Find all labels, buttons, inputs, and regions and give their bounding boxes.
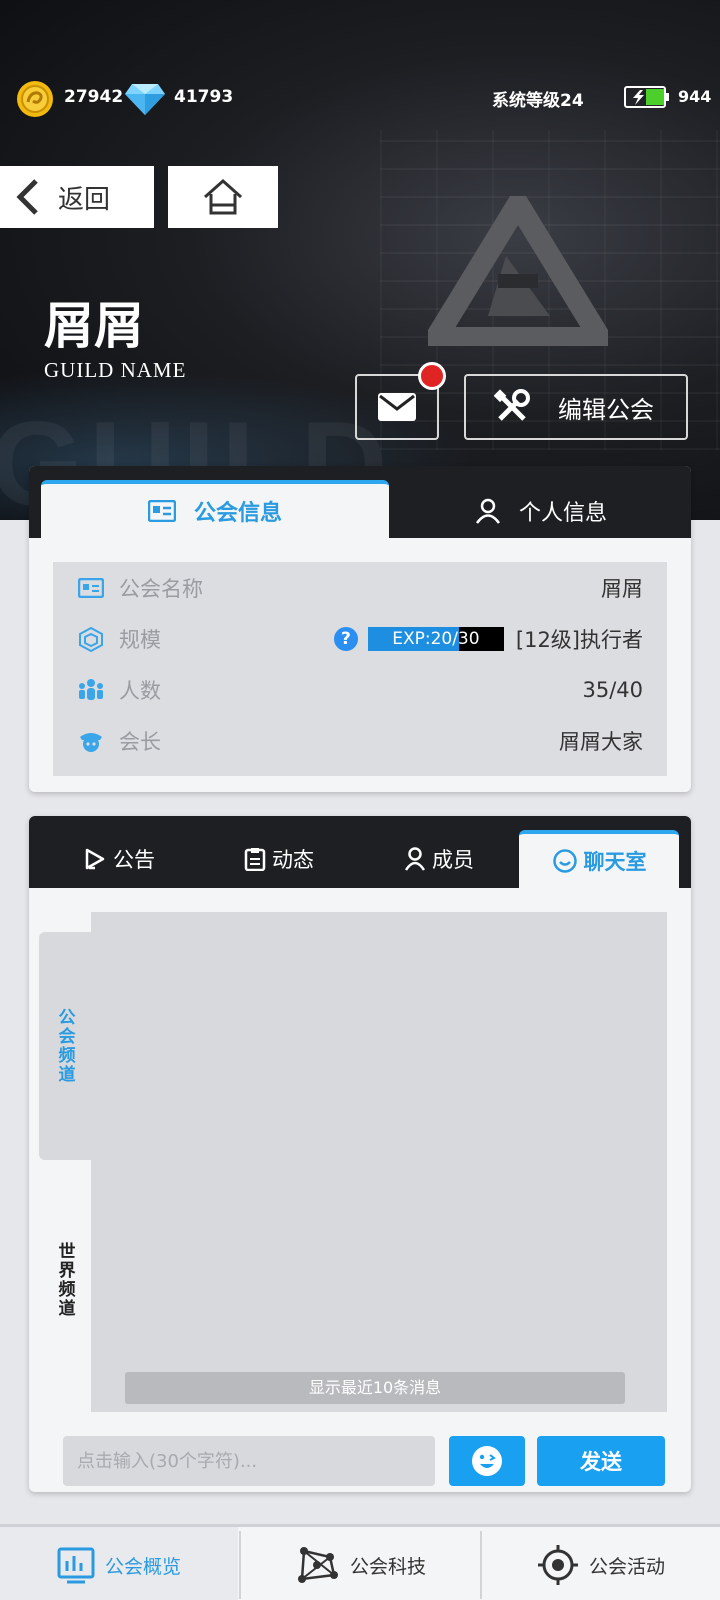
unread-badge bbox=[418, 362, 446, 390]
scale-label: 规模 bbox=[119, 627, 161, 652]
chat-bubble-icon bbox=[552, 849, 577, 873]
back-button[interactable]: 返回 bbox=[0, 166, 154, 228]
info-row-leader: 会长 屑屑大家 bbox=[53, 715, 667, 766]
info-row-scale: 规模 ? EXP:20/30 [12级]执行者 bbox=[53, 613, 667, 664]
edit-guild-label: 编辑公会 bbox=[558, 395, 654, 424]
scale-value: [12级]执行者 bbox=[515, 627, 643, 652]
guild-chat-card: 公告 动态 成员 聊天室 公会频道 世界频道 显示最近10条消息 发送 bbox=[29, 816, 691, 1492]
tab-members-label: 成员 bbox=[432, 848, 474, 872]
back-label: 返回 bbox=[58, 184, 111, 215]
tab-members[interactable]: 成员 bbox=[369, 830, 509, 888]
megaphone-icon bbox=[85, 848, 105, 870]
tab-dynamics[interactable]: 动态 bbox=[209, 830, 349, 888]
target-icon bbox=[537, 1545, 578, 1585]
energy-count: 944 bbox=[678, 87, 712, 106]
recent-messages-notice: 显示最近10条消息 bbox=[125, 1372, 625, 1404]
guild-name-title: 屑屑 bbox=[44, 296, 144, 355]
tab-chatroom-label: 聊天室 bbox=[583, 850, 647, 874]
bar-chart-icon bbox=[57, 1547, 95, 1584]
user-icon bbox=[404, 847, 426, 871]
exp-progress-bar: EXP:20/30 bbox=[367, 626, 504, 651]
tab-guild-info[interactable]: 公会信息 bbox=[41, 480, 389, 538]
home-icon bbox=[204, 178, 242, 215]
nav-guild-activity[interactable]: 公会活动 bbox=[482, 1527, 720, 1600]
leader-value: 屑屑大家 bbox=[559, 729, 643, 754]
people-icon bbox=[77, 676, 105, 704]
guild-name-subtitle: GUILD NAME bbox=[44, 358, 187, 382]
network-icon bbox=[297, 1547, 338, 1583]
nav-guild-tech[interactable]: 公会科技 bbox=[241, 1527, 479, 1600]
guild-info-card: 公会信息 个人信息 公会名称 屑屑 规模 ? EXP:20/30 [12级]执行… bbox=[29, 466, 691, 792]
world-channel-label: 世界频道 bbox=[54, 1242, 75, 1318]
tab-chatroom[interactable]: 聊天室 bbox=[519, 830, 679, 888]
info-row-name: 公会名称 屑屑 bbox=[53, 562, 667, 613]
info-row-members: 人数 35/40 bbox=[53, 664, 667, 715]
coin-count: 27942 bbox=[64, 87, 124, 107]
edit-guild-button[interactable]: 编辑公会 bbox=[464, 374, 688, 440]
diamond-icon bbox=[125, 84, 165, 115]
world-channel-tab[interactable]: 世界频道 bbox=[39, 1166, 91, 1394]
status-bar: 27942 41793 系统等级24 944 bbox=[0, 76, 720, 122]
leader-label: 会长 bbox=[119, 729, 161, 754]
chat-message-area[interactable] bbox=[91, 912, 667, 1412]
nav-guild-activity-label: 公会活动 bbox=[588, 1555, 665, 1578]
members-value: 35/40 bbox=[582, 677, 643, 702]
diamond-count: 41793 bbox=[174, 87, 234, 107]
tab-personal-info[interactable]: 个人信息 bbox=[401, 484, 681, 538]
tab-dynamics-label: 动态 bbox=[272, 848, 314, 872]
scale-cube-icon bbox=[77, 625, 105, 653]
clipboard-icon bbox=[244, 848, 266, 871]
id-card-icon bbox=[147, 500, 176, 522]
guild-info-list: 公会名称 屑屑 规模 ? EXP:20/30 [12级]执行者 人数 35/40 bbox=[53, 562, 667, 776]
energy-battery-icon bbox=[624, 86, 669, 108]
nav-guild-overview-label: 公会概览 bbox=[104, 1555, 181, 1578]
coin-icon bbox=[17, 81, 53, 117]
chat-input[interactable] bbox=[63, 1436, 435, 1486]
envelope-icon bbox=[378, 393, 416, 421]
leader-icon bbox=[77, 727, 105, 755]
tab-guild-info-label: 公会信息 bbox=[193, 501, 282, 526]
guild-emblem-icon bbox=[428, 196, 608, 346]
guild-name-value: 屑屑 bbox=[601, 576, 643, 601]
tools-icon bbox=[494, 389, 530, 421]
smiley-icon bbox=[472, 1446, 502, 1476]
tab-personal-info-label: 个人信息 bbox=[518, 501, 607, 526]
system-level: 系统等级24 bbox=[492, 91, 584, 111]
guild-name-label: 公会名称 bbox=[119, 576, 203, 601]
emoji-button[interactable] bbox=[449, 1436, 525, 1486]
guild-channel-label: 公会频道 bbox=[54, 1008, 75, 1084]
send-button[interactable]: 发送 bbox=[537, 1436, 665, 1486]
exp-progress-text: EXP:20/30 bbox=[392, 628, 480, 649]
user-icon bbox=[475, 498, 500, 524]
members-label: 人数 bbox=[119, 678, 161, 703]
bottom-navigation: 公会概览 公会科技 公会活动 bbox=[0, 1524, 720, 1600]
tab-announcement[interactable]: 公告 bbox=[49, 830, 189, 888]
guild-channel-tab[interactable]: 公会频道 bbox=[39, 932, 91, 1160]
chevron-left-icon bbox=[16, 179, 38, 215]
help-icon[interactable]: ? bbox=[333, 626, 358, 651]
nav-guild-tech-label: 公会科技 bbox=[349, 1555, 426, 1578]
nav-guild-overview[interactable]: 公会概览 bbox=[0, 1527, 238, 1600]
home-button[interactable] bbox=[168, 166, 278, 228]
name-card-icon bbox=[77, 574, 105, 602]
tab-announcement-label: 公告 bbox=[113, 848, 155, 872]
